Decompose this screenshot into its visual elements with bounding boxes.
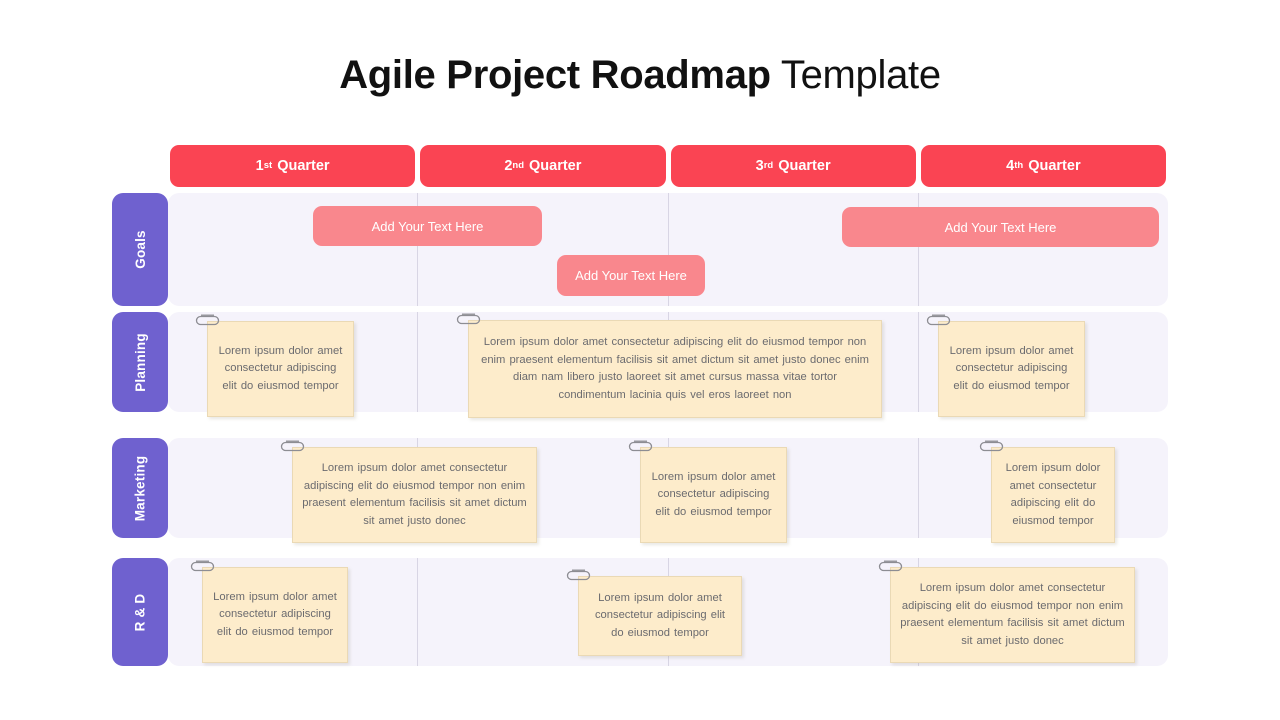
goal-pill-2-text: Add Your Text Here (575, 268, 687, 283)
sticky-note-text: Lorem ipsum dolor amet consectetur adipi… (900, 582, 1125, 647)
row-label-goals-text: Goals (132, 230, 148, 269)
quarter-number-3: 3 (755, 158, 764, 174)
goal-pill-3-text: Add Your Text Here (944, 219, 1057, 235)
title-bold-part: Agile Project Roadmap (339, 53, 771, 97)
sticky-note[interactable]: Lorem ipsum dolor amet consectetur adipi… (979, 440, 1115, 543)
row-label-planning: Planning (112, 312, 168, 412)
sticky-note[interactable]: Lorem ipsum dolor amet consectetur adipi… (280, 440, 537, 543)
row-label-marketing: Marketing (112, 438, 168, 538)
sticky-note[interactable]: Lorem ipsum dolor amet consectetur adipi… (926, 314, 1085, 417)
sticky-note-text: Lorem ipsum dolor amet consectetur adipi… (218, 344, 343, 392)
row-label-planning-text: Planning (132, 332, 148, 392)
quarter-number-1: 1 (255, 158, 264, 174)
quarter-word-4: Quarter (1028, 158, 1081, 174)
paperclip-icon (566, 569, 591, 581)
roadmap-row-rd: R & D Lorem ipsum dolor amet consectetur… (112, 558, 1168, 666)
roadmap-row-goals: Goals Add Your Text Here Add Your Text H… (112, 193, 1168, 306)
quarter-word-2: Quarter (529, 158, 582, 174)
roadmap-grid: Goals Add Your Text Here Add Your Text H… (112, 193, 1168, 666)
title-light-part: Template (780, 53, 941, 97)
roadmap-row-marketing: Marketing Lorem ipsum dolor amet consect… (112, 438, 1168, 543)
quarter-number-2: 2 (504, 158, 513, 174)
quarter-header-1[interactable]: 1st Quarter (170, 145, 416, 187)
row-label-goals: Goals (112, 193, 168, 306)
quarter-header-row: 1st Quarter 2nd Quarter 3rd Quarter 4th Quar… (170, 145, 1166, 187)
goal-pill-1[interactable]: Add Your Text Here (313, 206, 542, 246)
quarter-number-4: 4 (1006, 158, 1015, 174)
sticky-note[interactable]: Lorem ipsum dolor amet consectetur adipi… (195, 314, 354, 417)
quarter-header-3[interactable]: 3rd Quarter (670, 145, 916, 187)
paperclip-icon (456, 313, 481, 325)
paperclip-icon (926, 314, 951, 326)
paperclip-icon (195, 314, 220, 326)
sticky-note[interactable]: Lorem ipsum dolor amet consectetur adipi… (628, 440, 787, 543)
paperclip-icon (628, 440, 653, 452)
paperclip-icon (190, 560, 215, 572)
sticky-note-text: Lorem ipsum dolor amet consectetur adipi… (1005, 462, 1101, 527)
page-title: Agile Project Roadmap Template (0, 50, 1280, 100)
quarter-header-4[interactable]: 4th Quarter (920, 145, 1166, 187)
paperclip-icon (878, 560, 903, 572)
row-label-rd: R & D (112, 558, 168, 666)
sticky-note-text: Lorem ipsum dolor amet consectetur adipi… (949, 344, 1074, 392)
sticky-note-text: Lorem ipsum dolor amet consectetur adipi… (594, 591, 726, 639)
roadmap-slide: Agile Project Roadmap Template 1st Quarte… (0, 0, 1280, 720)
row-label-marketing-text: Marketing (132, 455, 148, 521)
sticky-note-text: Lorem ipsum dolor amet consectetur adipi… (651, 470, 776, 518)
sticky-note-text: Lorem ipsum dolor amet consectetur adipi… (481, 336, 869, 401)
paperclip-icon (280, 440, 305, 452)
row-label-rd-text: R & D (132, 593, 148, 631)
goal-pill-2[interactable]: Add Your Text Here (557, 255, 705, 296)
sticky-note[interactable]: Lorem ipsum dolor amet consectetur adipi… (566, 569, 742, 656)
sticky-note-text: Lorem ipsum dolor amet consectetur adipi… (302, 462, 527, 527)
paperclip-icon (979, 440, 1004, 452)
sticky-note[interactable]: Lorem ipsum dolor amet consectetur adipi… (456, 313, 882, 418)
goal-pill-1-text: Add Your Text Here (371, 218, 484, 234)
sticky-note[interactable]: Lorem ipsum dolor amet consectetur adipi… (190, 560, 348, 663)
sticky-note[interactable]: Lorem ipsum dolor amet consectetur adipi… (878, 560, 1135, 663)
quarter-word-3: Quarter (778, 158, 831, 174)
sticky-note-text: Lorem ipsum dolor amet consectetur adipi… (213, 590, 337, 638)
quarter-word-1: Quarter (277, 158, 330, 174)
goal-pill-3[interactable]: Add Your Text Here (842, 207, 1159, 247)
roadmap-row-planning: Planning Lorem ipsum dolor amet consecte… (112, 312, 1168, 418)
quarter-header-2[interactable]: 2nd Quarter (420, 145, 666, 187)
